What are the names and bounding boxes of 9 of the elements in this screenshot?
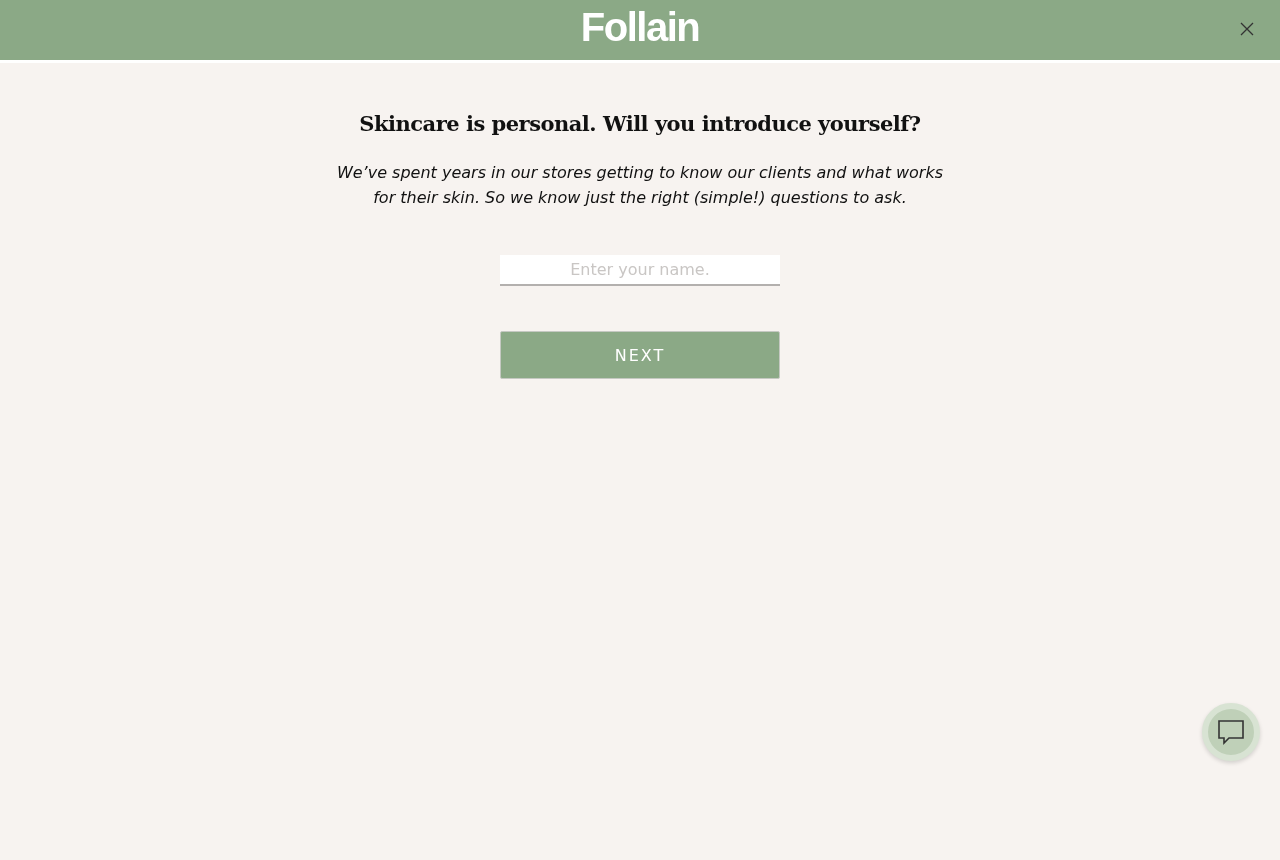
heading: Skincare is personal. Will you introduce yourself? <box>359 111 921 136</box>
intro-text: We’ve spent years in our stores getting to know our clients and what works for their skin. So we know just the right (simple!) questions to ask. <box>335 162 945 209</box>
chat-button[interactable] <box>1202 703 1260 761</box>
next-button[interactable]: NEXT <box>500 331 780 379</box>
logo[interactable]: Follain <box>580 4 700 50</box>
close-button[interactable] <box>1238 20 1256 38</box>
close-icon <box>1240 22 1254 36</box>
name-input-field[interactable]: Enter your name. <box>500 255 780 286</box>
chat-bubble-icon <box>1217 719 1245 745</box>
